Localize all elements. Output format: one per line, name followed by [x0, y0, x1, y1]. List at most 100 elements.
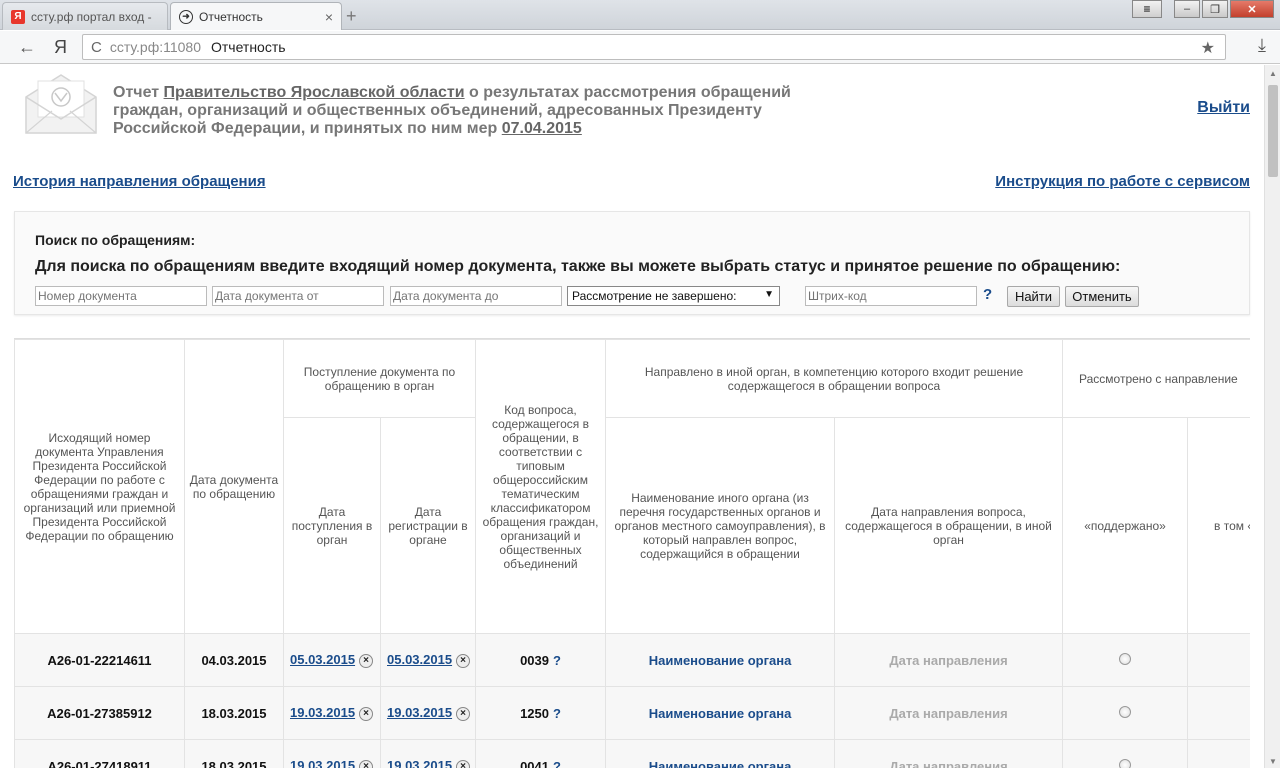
back-arrow-icon[interactable]: ←: [18, 37, 36, 58]
receipt-date-link[interactable]: 19.03.2015: [290, 758, 355, 768]
scrollbar-thumb[interactable]: [1268, 85, 1278, 177]
header-reviewed-group: Рассмотрено с направление: [1062, 339, 1250, 418]
header-doc-date: Дата документа по обращению: [184, 339, 284, 634]
report-title: Отчет Правительство Ярославской области …: [113, 84, 791, 137]
close-tab-icon[interactable]: ×: [325, 9, 333, 25]
date-to-input[interactable]: [390, 286, 562, 306]
address-bar[interactable]: C ссту.рф:11080 Отчетность ★: [82, 34, 1226, 60]
supported-radio[interactable]: [1119, 758, 1132, 768]
browser-menu-icon[interactable]: ≡: [1132, 0, 1162, 18]
appeals-table-container: Исходящий номер документа Управления Пре…: [14, 338, 1250, 768]
cell-receipt-date: 05.03.2015 ×: [283, 633, 381, 687]
yandex-favicon-icon: Я: [11, 9, 25, 24]
header-outgoing-number: Исходящий номер документа Управления Пре…: [14, 339, 185, 634]
supported-radio[interactable]: [1119, 705, 1132, 718]
header-question-code: Код вопроса, содержащегося в обращении, …: [475, 339, 607, 634]
minimize-icon[interactable]: ‒: [1174, 0, 1200, 18]
status-select[interactable]: Рассмотрение не завершено: ▼: [567, 286, 780, 306]
document-number-input[interactable]: [35, 286, 207, 306]
bookmark-star-icon[interactable]: ★: [1201, 38, 1215, 58]
header-receipt-group: Поступление документа по обращению в орг…: [282, 339, 477, 418]
url-page-title: Отчетность: [211, 39, 286, 55]
receipt-date-link[interactable]: 19.03.2015: [290, 705, 355, 720]
cell-supported: [1062, 686, 1189, 740]
date-from-input[interactable]: [212, 286, 384, 306]
cell-outgoing-number: А26-01-27385912: [14, 686, 185, 740]
clear-icon[interactable]: ×: [456, 759, 471, 768]
cell-question-code: 0039?: [475, 633, 607, 687]
scroll-up-icon[interactable]: ▲: [1269, 69, 1277, 78]
restore-icon[interactable]: ❐: [1202, 0, 1228, 18]
registration-date-link[interactable]: 19.03.2015: [387, 705, 452, 720]
tab-title: ссту.рф портал вход -: [31, 9, 152, 24]
cancel-button[interactable]: Отменить: [1065, 286, 1139, 307]
registration-date-link[interactable]: 05.03.2015: [387, 652, 452, 667]
cell-doc-date: 18.03.2015: [184, 686, 284, 740]
vertical-scrollbar[interactable]: ▲ ▼: [1264, 65, 1280, 768]
find-button[interactable]: Найти: [1007, 286, 1060, 307]
envelope-emblem-icon: [25, 74, 97, 134]
browser-tab-bar: Я ссту.рф портал вход - ➜ Отчетность × +…: [0, 0, 1280, 30]
report-date-link[interactable]: 07.04.2015: [502, 120, 582, 137]
reload-icon[interactable]: C: [91, 39, 102, 56]
cell-receipt-date: 19.03.2015 ×: [283, 739, 381, 768]
cell-registration-date: 19.03.2015 ×: [379, 739, 477, 768]
receipt-date-link[interactable]: 05.03.2015: [290, 652, 355, 667]
cell-question-code: 0041?: [475, 739, 607, 768]
cell-redirect-date[interactable]: Дата направления: [834, 633, 1064, 687]
cell-organ-name[interactable]: Наименование органа: [605, 633, 836, 687]
organization-link[interactable]: Правительство Ярославской области: [164, 84, 465, 101]
scroll-down-icon[interactable]: ▼: [1269, 757, 1277, 766]
history-link[interactable]: История направления обращения: [13, 173, 266, 190]
close-window-icon[interactable]: ✕: [1230, 0, 1274, 18]
cell-supported: [1062, 739, 1189, 768]
tab-reporting[interactable]: ➜ Отчетность ×: [170, 2, 342, 30]
header-supported: «поддержано»: [1062, 417, 1189, 634]
search-description: Для поиска по обращениям введите входящи…: [35, 258, 1121, 275]
clear-icon[interactable]: ×: [456, 653, 471, 668]
cell-doc-date: 18.03.2015: [184, 739, 284, 768]
header-registration-date: Дата регистрации в органе: [379, 417, 477, 634]
supported-radio[interactable]: [1119, 652, 1132, 665]
clear-icon[interactable]: ×: [456, 706, 471, 721]
logout-link[interactable]: Выйти: [1197, 99, 1250, 117]
cell-doc-date: 04.03.2015: [184, 633, 284, 687]
cell-registration-date: 05.03.2015 ×: [379, 633, 477, 687]
help-icon[interactable]: ?: [983, 286, 992, 303]
instruction-link[interactable]: Инструкция по работе с сервисом: [995, 173, 1250, 190]
cell-redirect-date[interactable]: Дата направления: [834, 739, 1064, 768]
clear-icon[interactable]: ×: [359, 759, 374, 768]
site-favicon-icon: ➜: [179, 9, 193, 24]
download-icon[interactable]: ⤓: [1258, 35, 1266, 56]
new-tab-button[interactable]: +: [346, 6, 357, 27]
barcode-input[interactable]: [805, 286, 977, 306]
clear-icon[interactable]: ×: [359, 706, 374, 721]
url-host: ссту.рф:11080: [109, 39, 201, 55]
tab-portal-login[interactable]: Я ссту.рф портал вход -: [2, 2, 168, 30]
cell-organ-name[interactable]: Наименование органа: [605, 739, 836, 768]
cell-receipt-date: 19.03.2015 ×: [283, 686, 381, 740]
registration-date-link[interactable]: 19.03.2015: [387, 758, 452, 768]
question-help-icon[interactable]: ?: [553, 706, 561, 721]
cell-organ-name[interactable]: Наименование органа: [605, 686, 836, 740]
search-panel: Поиск по обращениям: Для поиска по обращ…: [14, 211, 1250, 315]
question-help-icon[interactable]: ?: [553, 759, 561, 768]
cell-measures: [1187, 739, 1250, 768]
header-receipt-date: Дата поступления в орган: [283, 417, 381, 634]
page-content: Отчет Правительство Ярославской области …: [0, 65, 1264, 768]
window-controls: ‒ ❐ ✕: [1174, 0, 1274, 18]
question-help-icon[interactable]: ?: [553, 653, 561, 668]
cell-outgoing-number: А26-01-27418911: [14, 739, 185, 768]
header-other-organ-name: Наименование иного органа (из перечня го…: [605, 417, 836, 634]
tab-title: Отчетность: [199, 9, 263, 24]
table-row: А26-01-27418911 18.03.2015 19.03.2015 × 19.0…: [14, 739, 1250, 768]
table-row: А26-01-27385912 18.03.2015 19.03.2015 × 19.0…: [14, 686, 1250, 740]
cell-supported: [1062, 633, 1189, 687]
cell-redirect-date[interactable]: Дата направления: [834, 686, 1064, 740]
cell-measures: [1187, 686, 1250, 740]
yandex-icon[interactable]: Я: [54, 37, 67, 58]
cell-question-code: 1250?: [475, 686, 607, 740]
header-redirect-group: Направлено в иной орган, в компетенцию к…: [605, 339, 1064, 418]
clear-icon[interactable]: ×: [359, 653, 374, 668]
cell-measures: [1187, 633, 1250, 687]
